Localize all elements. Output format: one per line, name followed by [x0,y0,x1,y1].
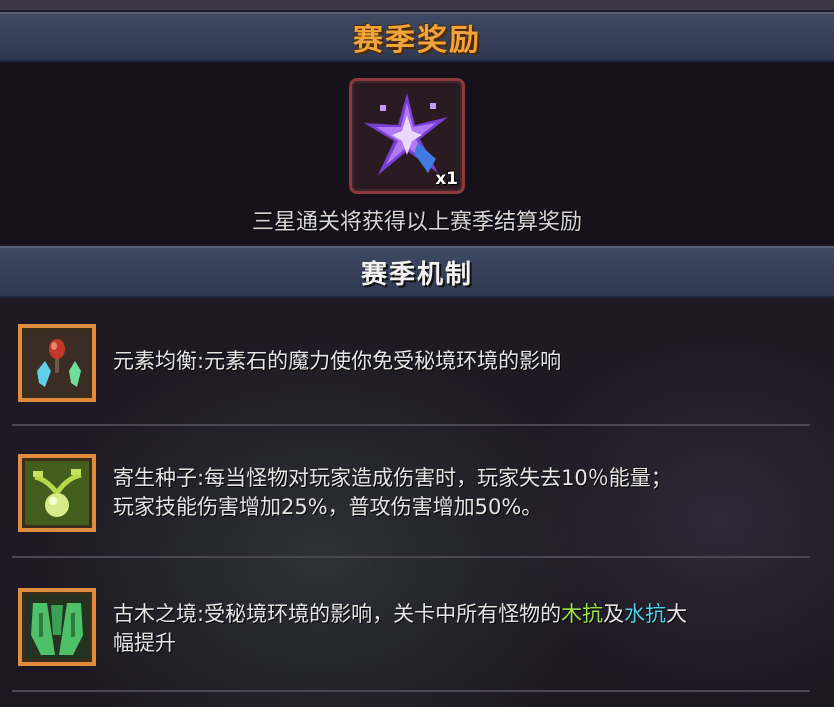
desc-text: 古木之境:受秘境环境的影响，关卡中所有怪物的 [113,602,562,626]
divider [12,424,810,426]
mechanic-row-element-balance: 元素均衡:元素石的魔力使你免受秘境环境的影响 [0,310,812,430]
season-info-panel: 赛季奖励 x1 三星通关将获得以上赛季结算奖励 赛季机制 元素均衡:元素石的魔力… [0,0,834,707]
mechanic-desc-line: 元素均衡:元素石的魔力使你免受秘境环境的影响 [113,349,562,373]
season-reward-header: 赛季奖励 [0,12,834,62]
season-mechanics-header: 赛季机制 [0,246,834,298]
mechanic-description: 元素均衡:元素石的魔力使你免受秘境环境的影响 [113,347,561,376]
reward-caption: 三星通关将获得以上赛季结算奖励 [251,210,582,235]
water-resist-highlight: 水抗 [624,602,667,626]
mechanic-description: 古木之境:受秘境环境的影响，关卡中所有怪物的木抗及水抗大 幅提升 [113,600,687,658]
mechanic-row-ancient-wood: 古木之境:受秘境环境的影响，关卡中所有怪物的木抗及水抗大 幅提升 [0,560,812,680]
parasite-seed-icon [25,461,89,525]
mechanic-icon-frame[interactable] [18,454,96,532]
season-reward-title: 赛季奖励 [353,23,481,58]
season-mechanics-title: 赛季机制 [360,259,473,290]
mechanic-icon-frame[interactable] [18,588,96,666]
reward-item-slot[interactable]: x1 [349,78,465,194]
element-stones-icon [25,331,89,395]
mechanic-row-parasite-seed: 寄生种子:每当怪物对玩家造成伤害时，玩家失去10％能量； 玩家技能伤害增加25%… [0,428,812,548]
desc-text: 大 [666,602,688,626]
mechanic-desc-line: 寄生种子:每当怪物对玩家造成伤害时，玩家失去10％能量； [113,466,672,490]
mechanic-desc-line: 幅提升 [113,631,176,655]
ancient-wood-icon [25,595,89,659]
top-border [0,0,834,10]
reward-quantity: x1 [435,169,458,189]
mechanic-icon-frame[interactable] [18,324,96,402]
desc-text: 及 [603,602,625,626]
wood-resist-highlight: 木抗 [561,602,604,626]
divider [12,556,810,558]
mechanic-description: 寄生种子:每当怪物对玩家造成伤害时，玩家失去10％能量； 玩家技能伤害增加25%… [113,464,672,522]
divider [12,690,810,692]
mechanic-desc-line: 玩家技能伤害增加25%，普攻伤害增加50%。 [113,495,543,519]
mechanic-desc-line: 古木之境:受秘境环境的影响，关卡中所有怪物的木抗及水抗大 [113,600,687,629]
